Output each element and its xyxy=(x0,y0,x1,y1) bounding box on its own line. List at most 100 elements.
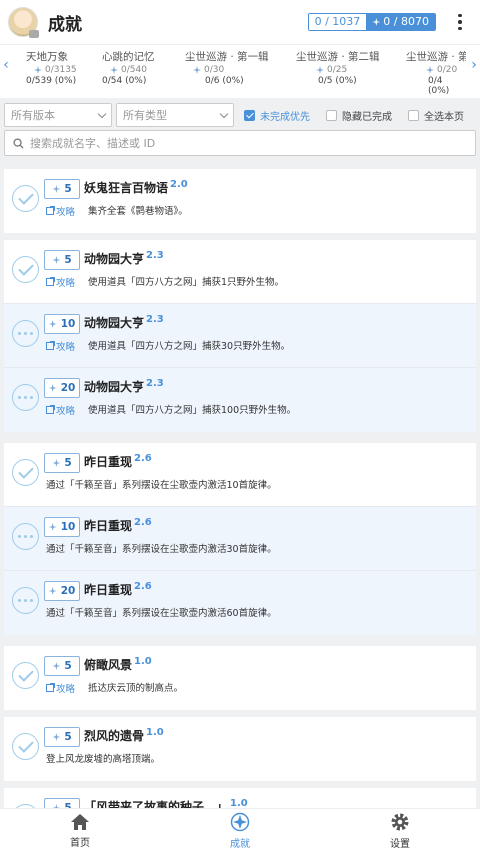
achievement-counter: 0 / 1037 0 / 8070 xyxy=(307,13,436,31)
search-icon xyxy=(13,137,24,149)
version-tag: 2.3 xyxy=(146,378,164,389)
primogem-icon xyxy=(48,384,57,392)
nav-home[interactable]: 首页 xyxy=(0,809,160,852)
chevron-right-icon[interactable]: › xyxy=(468,57,480,73)
checkbox-checked-icon xyxy=(244,109,255,121)
check-circle-icon[interactable] xyxy=(12,662,39,689)
category-name: 尘世巡游 · 第三 xyxy=(406,51,466,63)
nav-achievements[interactable]: 成就 xyxy=(160,809,320,852)
version-tag: 2.6 xyxy=(134,517,152,528)
filter-bar: 所有版本 所有类型 未完成优先 隐藏已完成 全选本页 xyxy=(4,102,476,128)
category-item[interactable]: 尘世巡游 · 第一辑 0/30 0/6 (0%) xyxy=(185,49,285,86)
primogem-icon xyxy=(52,733,61,741)
achievement-name: 动物园大亨 2.3 xyxy=(84,378,164,395)
achievement-row[interactable]: 5 妖鬼狂言百物语 2.0 攻略 集齐全套《鹮巷物语》。 xyxy=(4,169,476,233)
achievement-title: 动物园大亨 xyxy=(84,316,145,330)
category-progress: 0/20 xyxy=(406,65,466,75)
category-progress-text: 0/20 xyxy=(437,65,458,75)
primogem-icon xyxy=(52,459,61,467)
category-item[interactable]: 尘世巡游 · 第二辑 0/25 0/5 (0%) xyxy=(296,49,396,86)
achievement-title: 俯瞰风景 xyxy=(84,658,133,672)
more-circle-icon[interactable] xyxy=(12,384,39,411)
primogem-icon xyxy=(48,587,57,595)
unfinished-first-label: 未完成优先 xyxy=(260,111,310,123)
achievement-desc: 登上风龙废墟的高塔顶端。 xyxy=(46,754,161,765)
avatar[interactable] xyxy=(8,7,39,38)
check-circle-icon[interactable] xyxy=(12,459,39,486)
guide-label: 攻略 xyxy=(56,342,76,353)
reward-badge: 20 xyxy=(44,581,80,601)
search-input[interactable]: 搜索成就名字、描述或 ID xyxy=(4,130,476,156)
achievement-row[interactable]: 10 动物园大亨 2.3 攻略 使用道具「四方八方之网」捕获30只野外生物。 xyxy=(4,304,476,368)
achievement-desc: 使用道具「四方八方之网」捕获1只野外生物。 xyxy=(88,277,285,288)
external-link-icon xyxy=(46,405,55,414)
guide-link[interactable]: 攻略 xyxy=(46,204,75,218)
check-circle-icon[interactable] xyxy=(12,185,39,212)
primogem-icon xyxy=(34,66,42,74)
achievement-row[interactable]: 5 昨日重现 2.6 通过「千籁至音」系列摆设在尘歌壶内激活10首旋律。 xyxy=(4,443,476,507)
guide-link[interactable]: 攻略 xyxy=(46,403,75,417)
reward-badge: 5 xyxy=(44,179,80,199)
guide-link[interactable]: 攻略 xyxy=(46,339,75,353)
version-select[interactable]: 所有版本 xyxy=(4,103,112,127)
achievement-group: 5 俯瞰风景 1.0 攻略 抵达庆云顶的制高点。 xyxy=(4,646,476,710)
check-circle-icon[interactable] xyxy=(12,256,39,283)
reward-amount: 20 xyxy=(60,585,76,597)
primogem-icon xyxy=(110,66,118,74)
achievement-desc: 通过「千籁至音」系列摆设在尘歌壶内激活60首旋律。 xyxy=(46,608,277,619)
guide-link[interactable]: 攻略 xyxy=(46,275,75,289)
category-name: 尘世巡游 · 第一辑 xyxy=(185,51,269,63)
more-menu-icon[interactable] xyxy=(450,13,470,31)
reward-badge: 10 xyxy=(44,314,80,334)
achievement-row[interactable]: 20 动物园大亨 2.3 攻略 使用道具「四方八方之网」捕获100只野外生物。 xyxy=(4,368,476,432)
unfinished-first-checkbox[interactable]: 未完成优先 xyxy=(244,108,310,123)
chevron-left-icon[interactable]: ‹ xyxy=(0,57,12,73)
nav-home-label: 首页 xyxy=(70,837,90,849)
version-tag: 2.3 xyxy=(146,314,164,325)
achievement-row[interactable]: 5 烈风的遗骨 1.0 登上风龙废墟的高塔顶端。 xyxy=(4,717,476,781)
check-circle-icon[interactable] xyxy=(12,733,39,760)
achievement-row[interactable]: 10 昨日重现 2.6 通过「千籁至音」系列摆设在尘歌壶内激活30首旋律。 xyxy=(4,507,476,571)
achievement-title: 昨日重现 xyxy=(84,519,133,533)
primogem-icon xyxy=(316,66,324,74)
achievement-name: 昨日重现 2.6 xyxy=(84,453,152,470)
category-progress-text: 0/540 xyxy=(121,65,147,75)
reward-badge: 20 xyxy=(44,378,80,398)
achievement-row[interactable]: 20 昨日重现 2.6 通过「千籁至音」系列摆设在尘歌壶内激活60首旋律。 xyxy=(4,571,476,635)
type-select[interactable]: 所有类型 xyxy=(116,103,234,127)
guide-label: 攻略 xyxy=(56,684,76,695)
category-item[interactable]: 尘世巡游 · 第三 0/20 0/4 (0%) xyxy=(406,49,466,96)
achievement-count: 0 / 1037 xyxy=(308,14,367,30)
hide-done-label: 隐藏已完成 xyxy=(342,111,392,123)
guide-label: 攻略 xyxy=(56,207,76,218)
achievement-row[interactable]: 5 动物园大亨 2.3 攻略 使用道具「四方八方之网」捕获1只野外生物。 xyxy=(4,240,476,304)
category-name: 尘世巡游 · 第二辑 xyxy=(296,51,380,63)
category-percent: 0/4 (0%) xyxy=(428,76,450,96)
achievement-name: 动物园大亨 2.3 xyxy=(84,314,164,331)
select-all-checkbox[interactable]: 全选本页 xyxy=(408,108,464,123)
achievement-icon xyxy=(230,812,250,831)
chevron-down-icon xyxy=(219,109,229,118)
achievement-row[interactable]: 5 俯瞰风景 1.0 攻略 抵达庆云顶的制高点。 xyxy=(4,646,476,710)
version-tag: 2.6 xyxy=(134,581,152,592)
primogem-icon xyxy=(52,185,61,193)
achievement-desc: 集齐全套《鹮巷物语》。 xyxy=(88,206,188,217)
more-circle-icon[interactable] xyxy=(12,523,39,550)
more-circle-icon[interactable] xyxy=(12,587,39,614)
achievement-desc: 抵达庆云顶的制高点。 xyxy=(88,683,184,694)
search-placeholder: 搜索成就名字、描述或 ID xyxy=(30,137,156,150)
gear-icon xyxy=(391,813,409,830)
reward-amount: 5 xyxy=(64,457,72,469)
reward-badge: 5 xyxy=(44,250,80,270)
reward-amount: 5 xyxy=(64,183,72,195)
external-link-icon xyxy=(46,683,55,692)
reward-amount: 5 xyxy=(64,731,72,743)
nav-settings[interactable]: 设置 xyxy=(320,809,480,852)
primogem-icon xyxy=(193,66,201,74)
more-circle-icon[interactable] xyxy=(12,320,39,347)
reward-badge: 5 xyxy=(44,453,80,473)
achievement-name: 昨日重现 2.6 xyxy=(84,581,152,598)
guide-link[interactable]: 攻略 xyxy=(46,681,75,695)
hide-done-checkbox[interactable]: 隐藏已完成 xyxy=(326,108,392,123)
chevron-down-icon xyxy=(97,109,107,118)
